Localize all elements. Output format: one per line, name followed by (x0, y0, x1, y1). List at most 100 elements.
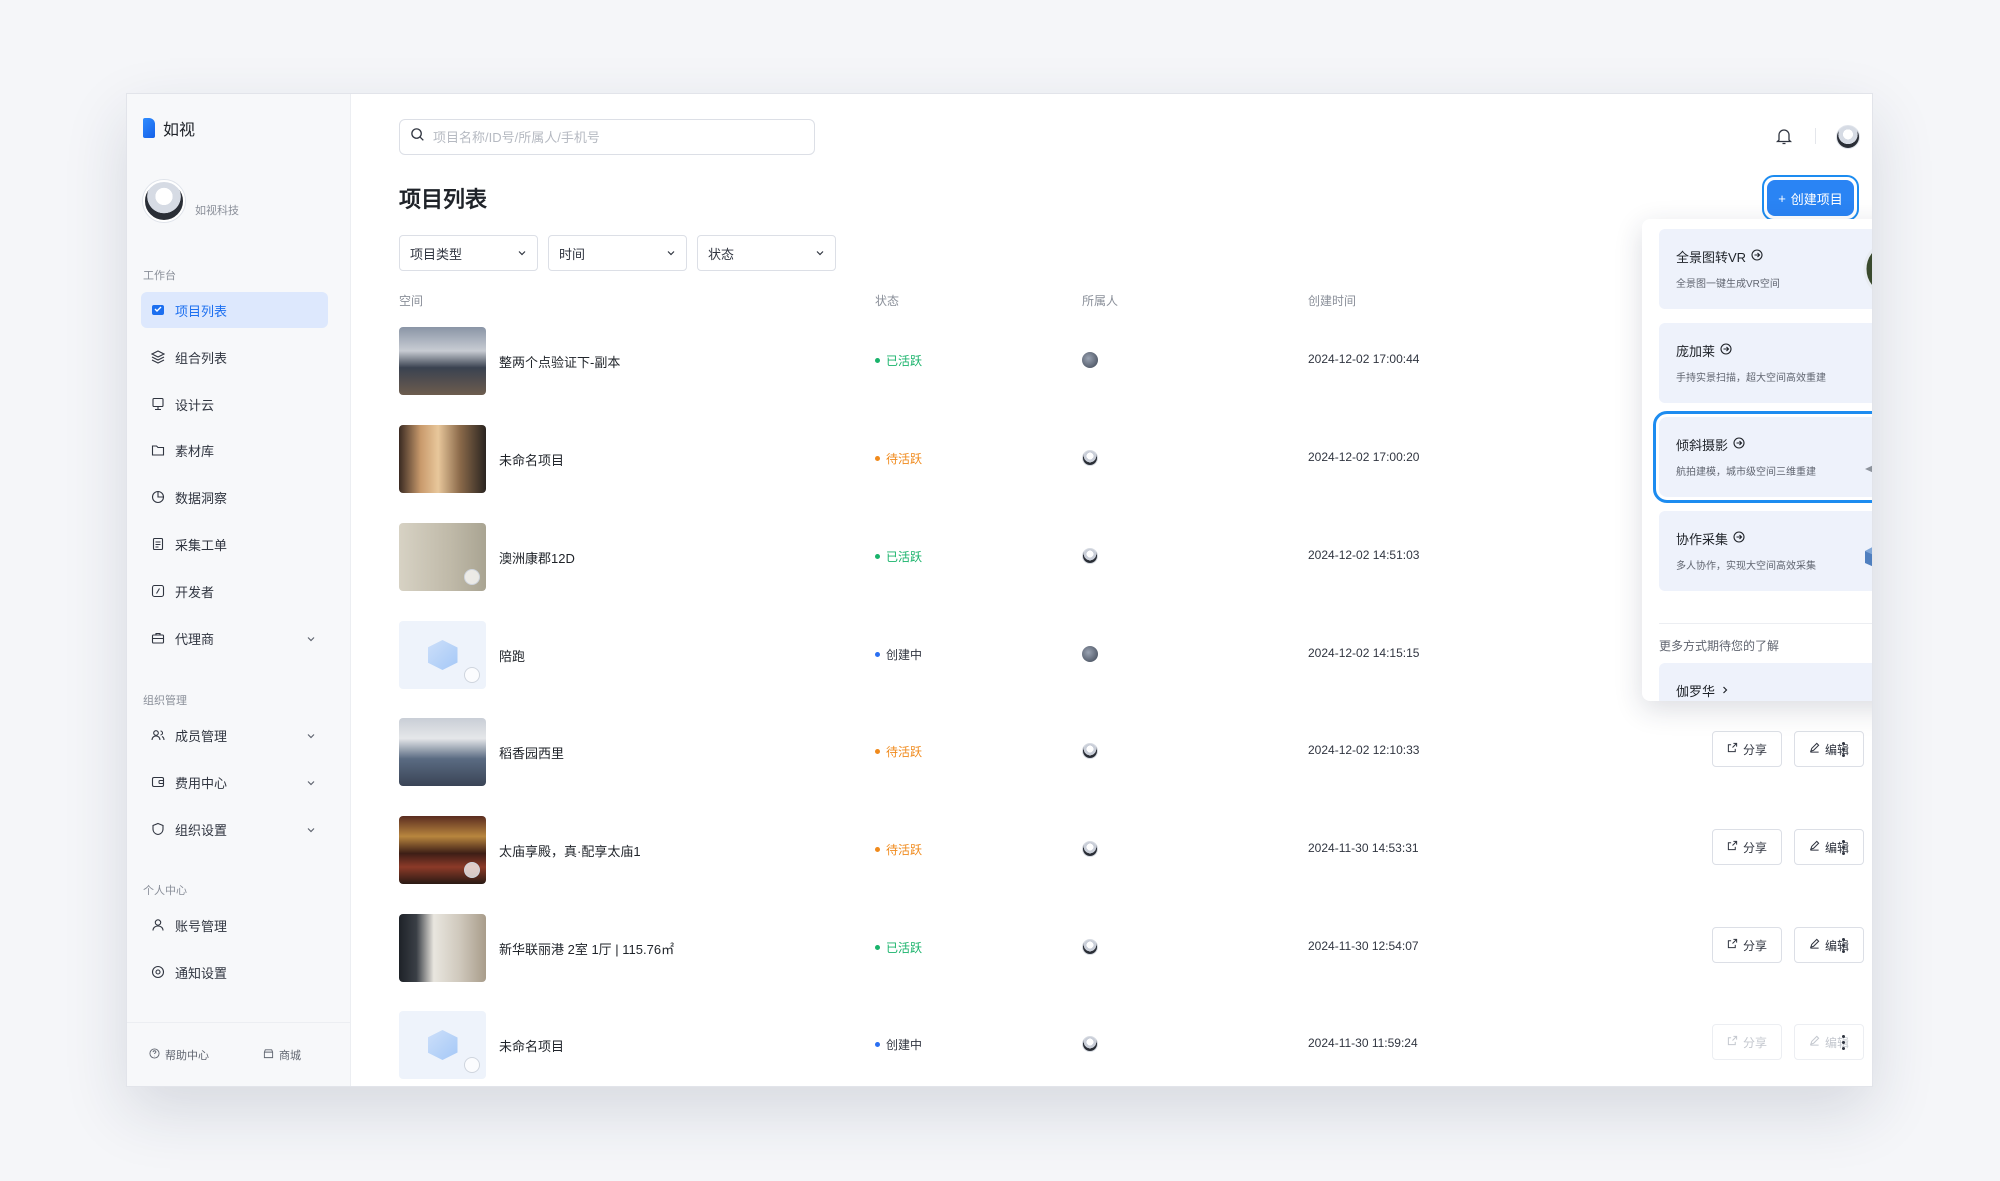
sidebar-item-notification[interactable]: 通知设置 (141, 954, 328, 990)
share-button[interactable]: 分享 (1712, 927, 1782, 963)
search-box[interactable] (399, 119, 815, 155)
edit-button[interactable]: 编辑 (1794, 731, 1864, 767)
menu-more-label: 更多方式期待您的了解 (1659, 639, 1780, 653)
owner-avatar[interactable] (1082, 548, 1098, 564)
table-row[interactable]: 稻香园西里 待活跃 2024-12-02 12:10:33 分享 编辑 (399, 718, 1869, 786)
filter-project-type[interactable]: 项目类型 (399, 235, 538, 271)
cube-placeholder-icon (427, 1030, 458, 1060)
menu-card-galois[interactable]: 伽罗华 (1659, 663, 1872, 701)
sidebar-item-project-list[interactable]: 项目列表 (141, 292, 328, 328)
menu-card-oblique-photography[interactable]: 倾斜摄影 航拍建模，城市级空间三维重建 (1653, 411, 1872, 503)
code-icon (151, 584, 165, 598)
store-link[interactable]: 商城 (263, 1047, 301, 1063)
owner-avatar[interactable] (1082, 743, 1098, 759)
space-thumbnail[interactable] (399, 425, 486, 493)
sidebar-item-label: 素材库 (175, 443, 215, 459)
sidebar-item-billing[interactable]: 费用中心 (141, 764, 328, 800)
owner-avatar[interactable] (1082, 841, 1098, 857)
space-thumbnail[interactable] (399, 816, 486, 884)
space-name[interactable]: 澳洲康郡12D (499, 548, 575, 567)
status-text: 已活跃 (886, 354, 923, 368)
space-thumbnail[interactable] (399, 327, 486, 395)
space-name[interactable]: 未命名项目 (499, 450, 564, 469)
layers-icon (151, 350, 165, 364)
chevron-down-icon[interactable] (306, 729, 316, 744)
bell-icon[interactable] (1775, 127, 1793, 150)
created-time: 2024-11-30 12:54:07 (1308, 939, 1419, 953)
created-time: 2024-12-02 14:51:03 (1308, 548, 1420, 562)
sidebar-item-label: 组合列表 (175, 350, 228, 366)
share-button[interactable]: 分享 (1712, 829, 1782, 865)
search-input[interactable] (433, 129, 793, 145)
user-avatar[interactable] (1836, 125, 1860, 149)
more-actions-icon[interactable] (1836, 834, 1850, 860)
space-thumbnail[interactable] (399, 914, 486, 982)
cube-placeholder-icon (427, 640, 458, 670)
sidebar-item-label: 通知设置 (175, 965, 228, 981)
more-actions-icon[interactable] (1836, 736, 1850, 762)
sidebar-item-agent[interactable]: 代理商 (141, 620, 328, 656)
status-dot (875, 652, 880, 657)
menu-card-collaborative-capture[interactable]: 协作采集 多人协作，实现大空间高效采集 (1659, 511, 1872, 591)
create-project-button[interactable]: + 创建项目 (1767, 180, 1854, 216)
space-name[interactable]: 新华联丽港 2室 1厅 | 115.76㎡ (499, 939, 674, 958)
status-badge: 待活跃 (875, 841, 922, 858)
sidebar-item-label: 开发者 (175, 584, 215, 600)
owner-avatar[interactable] (1082, 646, 1098, 662)
edit-button[interactable]: 编辑 (1794, 927, 1864, 963)
status-badge: 待活跃 (875, 743, 922, 760)
chevron-down-icon[interactable] (306, 823, 316, 838)
share-label: 分享 (1742, 742, 1767, 757)
avatar[interactable] (143, 180, 185, 222)
sidebar-item-account[interactable]: 账号管理 (141, 907, 328, 943)
share-button[interactable]: 分享 (1712, 1024, 1782, 1060)
filter-time[interactable]: 时间 (548, 235, 687, 271)
edit-icon (1809, 938, 1820, 952)
space-thumbnail[interactable] (399, 718, 486, 786)
space-thumbnail[interactable] (399, 621, 486, 689)
chevron-down-icon[interactable] (306, 632, 316, 647)
profile[interactable]: 如视科技 (143, 180, 239, 222)
space-name[interactable]: 太庙享殿，真·配享太庙1 (499, 841, 641, 860)
space-thumbnail[interactable] (399, 523, 486, 591)
space-name[interactable]: 未命名项目 (499, 1036, 564, 1055)
card-title: 庞加莱 (1676, 341, 1732, 360)
chevron-down-icon (666, 246, 676, 261)
edit-button[interactable]: 编辑 (1794, 829, 1864, 865)
table-row[interactable]: 新华联丽港 2室 1厅 | 115.76㎡ 已活跃 2024-11-30 12:… (399, 914, 1869, 982)
help-center-link[interactable]: 帮助中心 (149, 1047, 209, 1063)
table-row[interactable]: 太庙享殿，真·配享太庙1 待活跃 2024-11-30 14:53:31 分享 … (399, 816, 1869, 884)
space-name[interactable]: 整两个点验证下-副本 (499, 352, 620, 371)
chevron-down-icon[interactable] (306, 776, 316, 791)
filter-status[interactable]: 状态 (697, 235, 836, 271)
logo[interactable]: 如视 (143, 116, 195, 140)
share-button[interactable]: 分享 (1712, 731, 1782, 767)
space-thumbnail[interactable] (399, 1011, 486, 1079)
status-text: 待活跃 (886, 452, 923, 466)
owner-avatar[interactable] (1082, 1036, 1098, 1052)
more-actions-icon[interactable] (1836, 932, 1850, 958)
space-name[interactable]: 稻香园西里 (499, 743, 564, 762)
sidebar-item-material-library[interactable]: 素材库 (141, 432, 328, 468)
menu-card-panorama-vr[interactable]: 全景图转VR 全景图一键生成VR空间 (1659, 229, 1872, 309)
sidebar-item-members[interactable]: 成员管理 (141, 717, 328, 753)
status-badge: 已活跃 (875, 548, 922, 565)
sidebar-item-developer[interactable]: 开发者 (141, 573, 328, 609)
sidebar-item-org-settings[interactable]: 组织设置 (141, 811, 328, 847)
sidebar-item-combo-list[interactable]: 组合列表 (141, 339, 328, 375)
section-label-org: 组织管理 (143, 695, 187, 707)
create-project-menu: 全景图转VR 全景图一键生成VR空间 庞加莱 手持实景扫描，超大空间高效重建 倾… (1642, 219, 1872, 701)
owner-avatar[interactable] (1082, 450, 1098, 466)
status-text: 待活跃 (886, 745, 923, 759)
edit-button[interactable]: 编辑 (1794, 1024, 1864, 1060)
sidebar-item-data-insight[interactable]: 数据洞察 (141, 479, 328, 515)
owner-avatar[interactable] (1082, 939, 1098, 955)
owner-avatar[interactable] (1082, 352, 1098, 368)
menu-card-poincare[interactable]: 庞加莱 手持实景扫描，超大空间高效重建 (1659, 323, 1872, 403)
more-actions-icon[interactable] (1836, 1029, 1850, 1055)
sidebar-item-design-cloud[interactable]: 设计云 (141, 386, 328, 422)
store-label: 商城 (279, 1049, 301, 1062)
table-row[interactable]: 未命名项目 创建中 2024-11-30 11:59:24 分享 编辑 (399, 1011, 1869, 1079)
sidebar-item-work-order[interactable]: 采集工单 (141, 526, 328, 562)
space-name[interactable]: 陪跑 (499, 646, 525, 665)
